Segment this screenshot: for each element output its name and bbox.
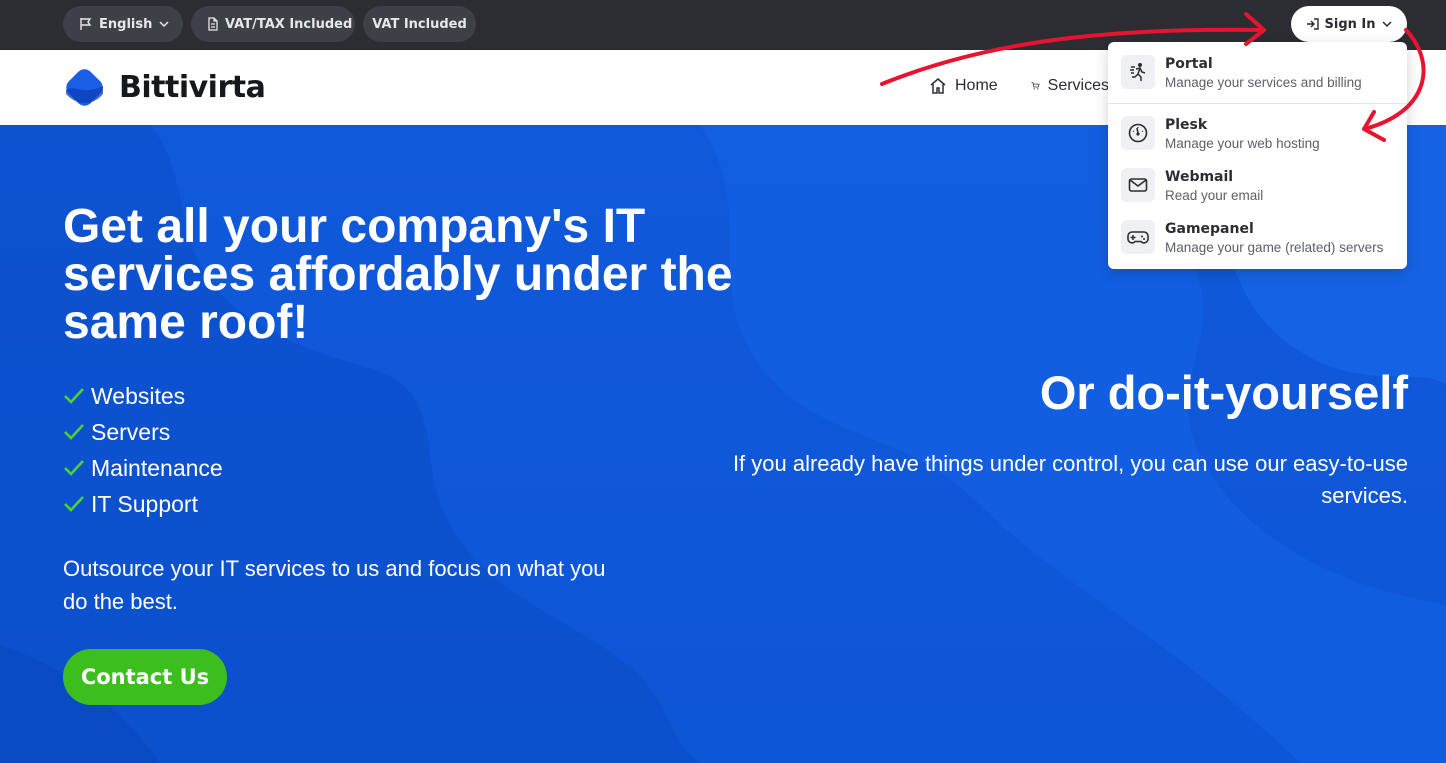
check-icon [64,424,84,440]
chevron-down-icon [159,21,169,28]
runner-icon [1121,55,1155,89]
language-selector[interactable]: English [63,6,183,42]
dropdown-item-gamepanel[interactable]: Gamepanel Manage your game (related) ser… [1108,220,1407,257]
sign-in-dropdown: Portal Manage your services and billing … [1108,42,1407,269]
sign-in-icon [1306,18,1319,30]
sign-in-button[interactable]: Sign In [1291,6,1407,42]
checklist-label: IT Support [91,490,198,517]
checklist-label: Servers [91,418,171,445]
chevron-down-icon [1381,21,1392,28]
flag-icon [80,18,92,30]
diy-description: If you already have things under control… [732,451,1408,508]
home-icon [930,78,946,94]
document-icon [208,17,218,31]
dropdown-item-subtitle: Read your email [1165,188,1264,203]
list-item: IT Support [63,486,223,522]
sign-in-label: Sign In [1324,16,1376,32]
list-item: Websites [63,378,223,414]
check-icon [64,460,84,476]
list-item: Servers [63,414,223,450]
vat-tax-toggle[interactable]: VAT/TAX Included [191,6,355,42]
nav-services[interactable]: Services [1031,77,1109,95]
dropdown-item-subtitle: Manage your game (related) servers [1165,240,1384,255]
contact-us-button[interactable]: Contact Us [63,649,227,705]
vat-tax-label: VAT/TAX Included [225,16,353,32]
vat-label: VAT Included [372,16,467,32]
gauge-icon [1121,116,1155,150]
hero-title: Get all your company's IT services affor… [63,200,733,349]
nav-home[interactable]: Home [929,77,998,95]
brand-logo[interactable]: Bittivirta [63,66,266,109]
dropdown-item-webmail[interactable]: Webmail Read your email [1108,168,1407,205]
gamepad-icon [1121,220,1155,254]
dropdown-item-portal[interactable]: Portal Manage your services and billing [1108,55,1407,92]
nav-home-label: Home [955,77,998,94]
dropdown-item-title: Webmail [1165,169,1234,185]
list-item: Maintenance [63,450,223,486]
brand-name: Bittivirta [119,70,266,105]
cart-icon [1031,82,1040,90]
dropdown-item-subtitle: Manage your services and billing [1165,75,1362,90]
dropdown-divider [1108,103,1407,104]
feature-checklist: Websites Servers Maintenance IT Support [63,378,223,522]
dropdown-item-title: Portal [1165,56,1213,72]
check-icon [64,496,84,512]
dropdown-item-subtitle: Manage your web hosting [1165,136,1320,151]
checklist-label: Maintenance [91,454,223,481]
dropdown-item-title: Gamepanel [1165,221,1254,237]
diy-title: Or do-it-yourself [1039,366,1408,419]
nav-services-label: Services [1047,77,1109,94]
mail-icon [1121,168,1155,202]
language-label: English [99,16,153,32]
dropdown-item-plesk[interactable]: Plesk Manage your web hosting [1108,116,1407,153]
hero-description: Outsource your IT services to us and foc… [63,556,606,614]
dropdown-item-title: Plesk [1165,117,1208,133]
check-icon [64,388,84,404]
vat-toggle[interactable]: VAT Included [363,6,476,42]
checklist-label: Websites [91,382,186,409]
logo-icon [66,69,103,106]
